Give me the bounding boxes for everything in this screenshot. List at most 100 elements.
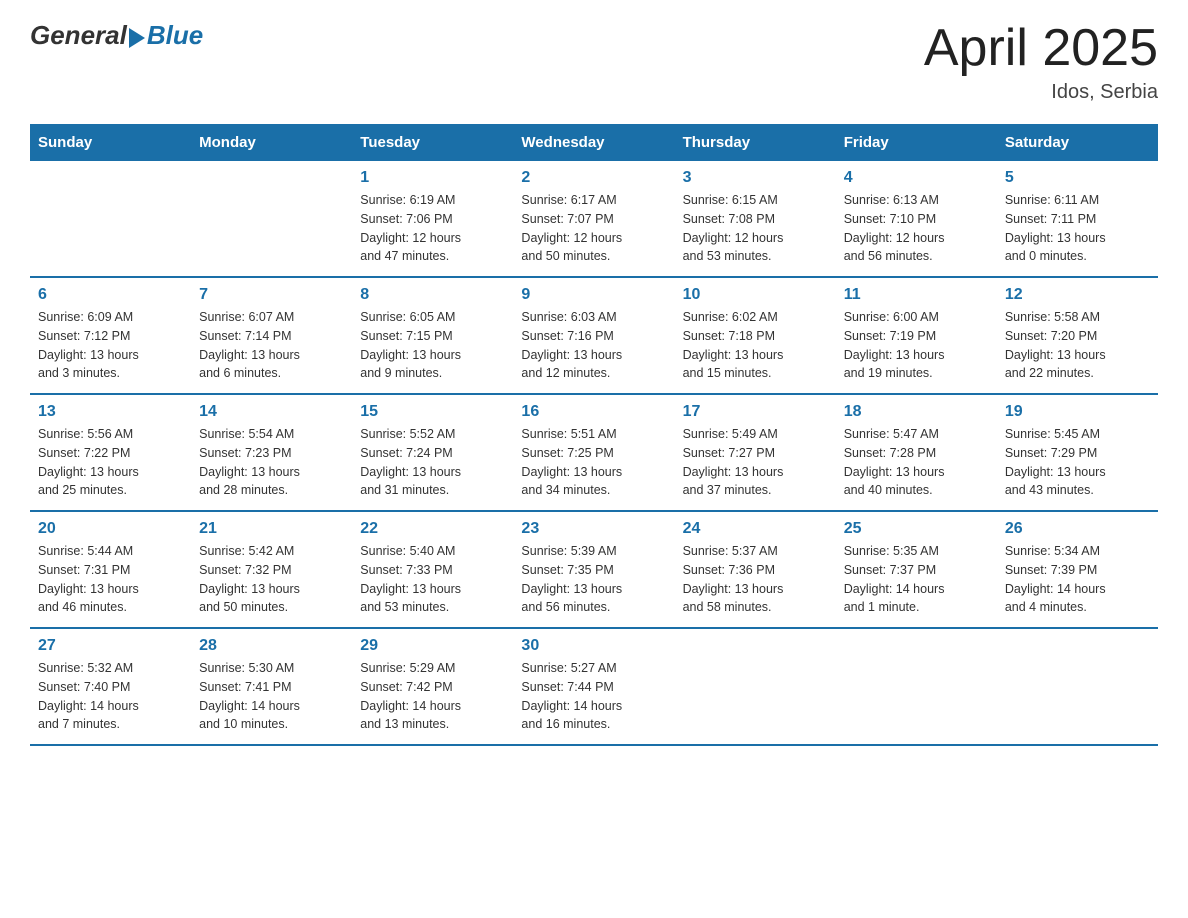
- calendar-cell: 9 Sunrise: 6:03 AMSunset: 7:16 PMDaylight…: [513, 277, 674, 394]
- calendar-cell: [997, 628, 1158, 745]
- day-number: 18: [844, 403, 989, 421]
- calendar-cell: 21 Sunrise: 5:42 AMSunset: 7:32 PMDayligh…: [191, 511, 352, 628]
- day-info: Sunrise: 5:32 AMSunset: 7:40 PMDaylight:…: [38, 659, 183, 734]
- calendar-cell: 23Sunrise: 5:39 AMSunset: 7:35 PMDayligh…: [513, 511, 674, 628]
- calendar-cell: 13 Sunrise: 5:56 AMSunset: 7:22 PMDayligh…: [30, 394, 191, 511]
- calendar-cell: 16 Sunrise: 5:51 AMSunset: 7:25 PMDayligh…: [513, 394, 674, 511]
- day-number: 21: [199, 520, 344, 538]
- day-info: Sunrise: 5:45 AMSunset: 7:29 PMDaylight:…: [1005, 425, 1150, 500]
- month-title: April 2025: [924, 20, 1158, 77]
- day-info: Sunrise: 6:00 AMSunset: 7:19 PMDaylight:…: [844, 308, 989, 383]
- day-number: 26: [1005, 520, 1150, 538]
- day-number: 19: [1005, 403, 1150, 421]
- calendar-cell: [675, 628, 836, 745]
- calendar-week-row: 6 Sunrise: 6:09 AMSunset: 7:12 PMDaylight…: [30, 277, 1158, 394]
- day-number: 17: [683, 403, 828, 421]
- day-number: 24: [683, 520, 828, 538]
- calendar-cell: 20 Sunrise: 5:44 AMSunset: 7:31 PMDayligh…: [30, 511, 191, 628]
- day-info: Sunrise: 5:54 AMSunset: 7:23 PMDaylight:…: [199, 425, 344, 500]
- day-number: 23: [521, 520, 666, 538]
- day-number: 16: [521, 403, 666, 421]
- day-number: 5: [1005, 169, 1150, 187]
- day-info: Sunrise: 5:49 AMSunset: 7:27 PMDaylight:…: [683, 425, 828, 500]
- day-info: Sunrise: 5:56 AMSunset: 7:22 PMDaylight:…: [38, 425, 183, 500]
- day-number: 20: [38, 520, 183, 538]
- calendar-cell: 30 Sunrise: 5:27 AMSunset: 7:44 PMDayligh…: [513, 628, 674, 745]
- day-number: 6: [38, 286, 183, 304]
- day-number: 25: [844, 520, 989, 538]
- day-number: 11: [844, 286, 989, 304]
- calendar-cell: 6 Sunrise: 6:09 AMSunset: 7:12 PMDaylight…: [30, 277, 191, 394]
- location-text: Idos, Serbia: [924, 81, 1158, 104]
- calendar-cell: 10 Sunrise: 6:02 AMSunset: 7:18 PMDayligh…: [675, 277, 836, 394]
- day-info: Sunrise: 5:52 AMSunset: 7:24 PMDaylight:…: [360, 425, 505, 500]
- day-number: 1: [360, 169, 505, 187]
- calendar-cell: 15 Sunrise: 5:52 AMSunset: 7:24 PMDayligh…: [352, 394, 513, 511]
- calendar-cell: 26 Sunrise: 5:34 AMSunset: 7:39 PMDayligh…: [997, 511, 1158, 628]
- calendar-table: SundayMondayTuesdayWednesdayThursdayFrid…: [30, 124, 1158, 746]
- day-info: Sunrise: 5:42 AMSunset: 7:32 PMDaylight:…: [199, 542, 344, 617]
- calendar-cell: 3 Sunrise: 6:15 AMSunset: 7:08 PMDaylight…: [675, 161, 836, 277]
- weekday-header-monday: Monday: [191, 124, 352, 161]
- day-info: Sunrise: 5:58 AMSunset: 7:20 PMDaylight:…: [1005, 308, 1150, 383]
- day-info: Sunrise: 5:27 AMSunset: 7:44 PMDaylight:…: [521, 659, 666, 734]
- calendar-week-row: 13 Sunrise: 5:56 AMSunset: 7:22 PMDayligh…: [30, 394, 1158, 511]
- calendar-cell: [836, 628, 997, 745]
- day-info: Sunrise: 6:13 AMSunset: 7:10 PMDaylight:…: [844, 191, 989, 266]
- calendar-week-row: 1 Sunrise: 6:19 AMSunset: 7:06 PMDaylight…: [30, 161, 1158, 277]
- day-number: 13: [38, 403, 183, 421]
- day-info: Sunrise: 6:17 AMSunset: 7:07 PMDaylight:…: [521, 191, 666, 266]
- logo: General Blue: [30, 20, 203, 51]
- calendar-cell: 27 Sunrise: 5:32 AMSunset: 7:40 PMDayligh…: [30, 628, 191, 745]
- calendar-cell: 18 Sunrise: 5:47 AMSunset: 7:28 PMDayligh…: [836, 394, 997, 511]
- weekday-header-sunday: Sunday: [30, 124, 191, 161]
- day-number: 12: [1005, 286, 1150, 304]
- weekday-header-friday: Friday: [836, 124, 997, 161]
- day-info: Sunrise: 6:05 AMSunset: 7:15 PMDaylight:…: [360, 308, 505, 383]
- calendar-cell: [30, 161, 191, 277]
- day-number: 22: [360, 520, 505, 538]
- calendar-cell: 19 Sunrise: 5:45 AMSunset: 7:29 PMDayligh…: [997, 394, 1158, 511]
- calendar-cell: 8 Sunrise: 6:05 AMSunset: 7:15 PMDaylight…: [352, 277, 513, 394]
- day-number: 30: [521, 637, 666, 655]
- day-number: 9: [521, 286, 666, 304]
- calendar-week-row: 27 Sunrise: 5:32 AMSunset: 7:40 PMDayligh…: [30, 628, 1158, 745]
- day-number: 7: [199, 286, 344, 304]
- day-info: Sunrise: 5:34 AMSunset: 7:39 PMDaylight:…: [1005, 542, 1150, 617]
- calendar-cell: 1 Sunrise: 6:19 AMSunset: 7:06 PMDaylight…: [352, 161, 513, 277]
- logo-arrow-icon: [129, 28, 145, 48]
- weekday-header-wednesday: Wednesday: [513, 124, 674, 161]
- day-info: Sunrise: 5:47 AMSunset: 7:28 PMDaylight:…: [844, 425, 989, 500]
- day-info: Sunrise: 5:40 AMSunset: 7:33 PMDaylight:…: [360, 542, 505, 617]
- logo-general-text: General: [30, 20, 127, 51]
- calendar-cell: 5Sunrise: 6:11 AMSunset: 7:11 PMDaylight…: [997, 161, 1158, 277]
- day-number: 3: [683, 169, 828, 187]
- day-number: 15: [360, 403, 505, 421]
- day-info: Sunrise: 5:29 AMSunset: 7:42 PMDaylight:…: [360, 659, 505, 734]
- calendar-week-row: 20 Sunrise: 5:44 AMSunset: 7:31 PMDayligh…: [30, 511, 1158, 628]
- day-info: Sunrise: 6:07 AMSunset: 7:14 PMDaylight:…: [199, 308, 344, 383]
- day-info: Sunrise: 6:03 AMSunset: 7:16 PMDaylight:…: [521, 308, 666, 383]
- day-info: Sunrise: 5:44 AMSunset: 7:31 PMDaylight:…: [38, 542, 183, 617]
- day-info: Sunrise: 6:19 AMSunset: 7:06 PMDaylight:…: [360, 191, 505, 266]
- page-header: General Blue April 2025 Idos, Serbia: [30, 20, 1158, 104]
- day-number: 8: [360, 286, 505, 304]
- day-info: Sunrise: 6:15 AMSunset: 7:08 PMDaylight:…: [683, 191, 828, 266]
- day-info: Sunrise: 6:09 AMSunset: 7:12 PMDaylight:…: [38, 308, 183, 383]
- day-number: 27: [38, 637, 183, 655]
- day-number: 2: [521, 169, 666, 187]
- day-info: Sunrise: 5:35 AMSunset: 7:37 PMDaylight:…: [844, 542, 989, 617]
- weekday-header-tuesday: Tuesday: [352, 124, 513, 161]
- day-info: Sunrise: 5:37 AMSunset: 7:36 PMDaylight:…: [683, 542, 828, 617]
- day-info: Sunrise: 5:51 AMSunset: 7:25 PMDaylight:…: [521, 425, 666, 500]
- calendar-cell: 29Sunrise: 5:29 AMSunset: 7:42 PMDayligh…: [352, 628, 513, 745]
- weekday-header-thursday: Thursday: [675, 124, 836, 161]
- day-number: 28: [199, 637, 344, 655]
- calendar-cell: 12 Sunrise: 5:58 AMSunset: 7:20 PMDayligh…: [997, 277, 1158, 394]
- day-info: Sunrise: 6:02 AMSunset: 7:18 PMDaylight:…: [683, 308, 828, 383]
- day-number: 10: [683, 286, 828, 304]
- weekday-header-row: SundayMondayTuesdayWednesdayThursdayFrid…: [30, 124, 1158, 161]
- calendar-cell: 22 Sunrise: 5:40 AMSunset: 7:33 PMDayligh…: [352, 511, 513, 628]
- calendar-cell: 7 Sunrise: 6:07 AMSunset: 7:14 PMDaylight…: [191, 277, 352, 394]
- calendar-cell: 17 Sunrise: 5:49 AMSunset: 7:27 PMDayligh…: [675, 394, 836, 511]
